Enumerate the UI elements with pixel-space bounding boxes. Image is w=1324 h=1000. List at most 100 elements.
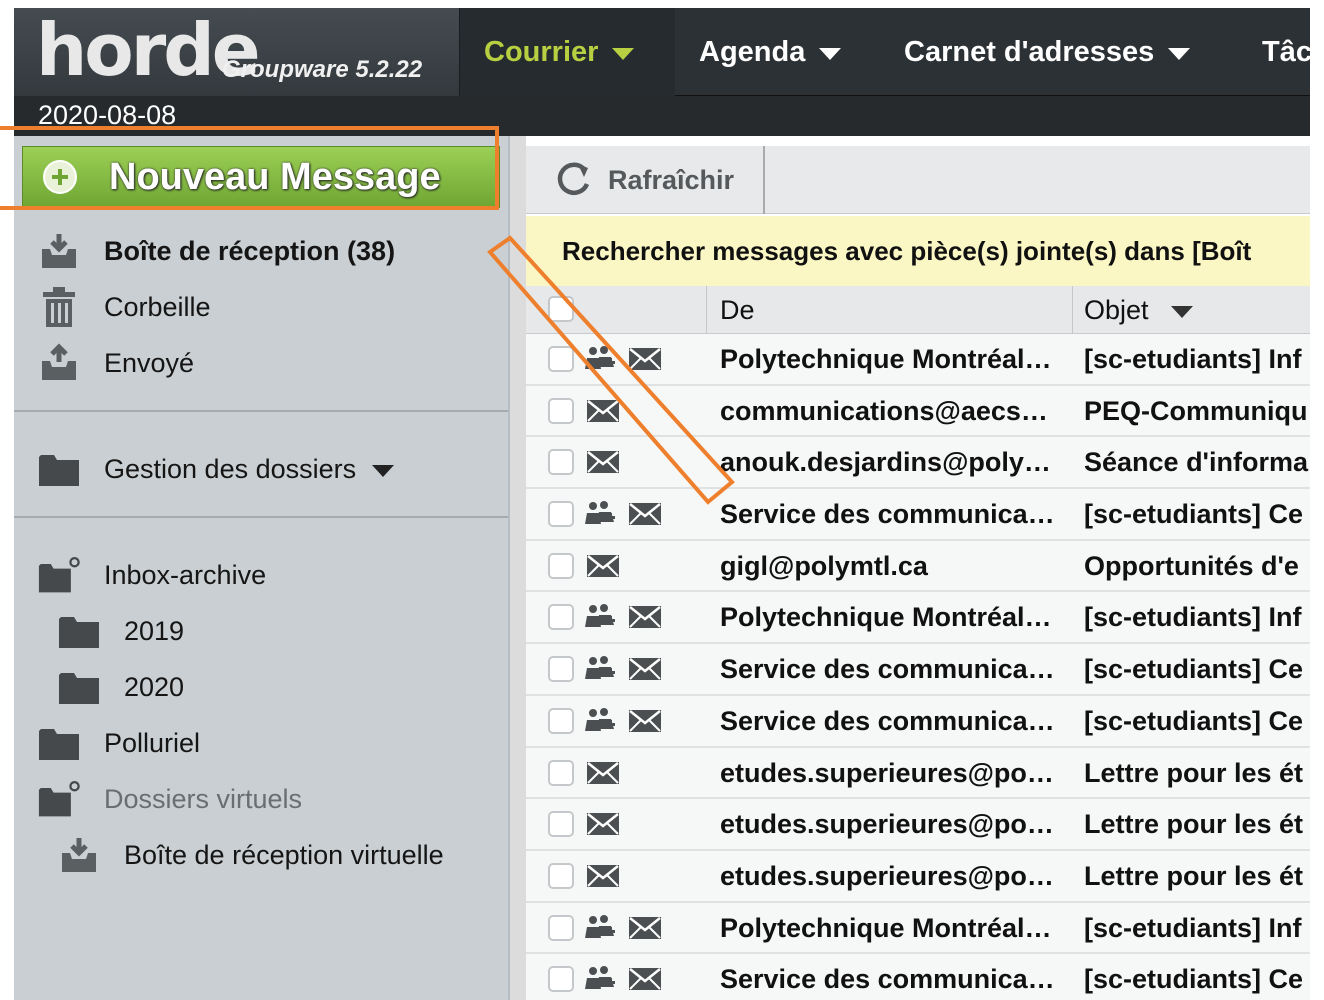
message-from: Service des communica… <box>720 499 1055 530</box>
envelope-icon <box>586 811 620 837</box>
folder-icon <box>38 722 80 764</box>
refresh-label: Rafraîchir <box>608 164 735 195</box>
message-row[interactable]: etudes.superieures@po… Lettre pour les ét <box>526 850 1310 903</box>
message-from: gigl@polymtl.ca <box>720 550 928 581</box>
envelope-icon <box>628 346 662 372</box>
message-checkbox[interactable] <box>548 656 574 683</box>
horde-logo[interactable]: horde Groupware 5.2.22 <box>14 8 460 96</box>
envelope-icon <box>628 708 662 734</box>
message-checkbox[interactable] <box>548 759 574 786</box>
envelope-icon <box>586 760 620 786</box>
folder-sent[interactable]: Envoyé <box>14 336 504 390</box>
message-row[interactable]: gigl@polymtl.ca Opportunités d'e <box>526 540 1310 593</box>
message-row[interactable]: Polytechnique Montréal… [sc-etudiants] In… <box>526 592 1310 645</box>
message-row[interactable]: Service des communica… [sc-etudiants] Ce <box>526 644 1310 696</box>
message-from: Service des communica… <box>720 964 1055 995</box>
nav-courrier-label: Courrier <box>484 35 599 68</box>
folder-virtual[interactable]: Dossiers virtuels <box>14 772 504 826</box>
folder-inbox[interactable]: Boîte de réception (38) <box>14 224 504 278</box>
chevron-down-icon <box>612 48 635 60</box>
message-row[interactable]: anouk.desjardins@poly… Séance d'informa <box>526 437 1310 490</box>
envelope-icon <box>586 553 620 579</box>
folder-virtual-inbox[interactable]: Boîte de réception virtuelle <box>14 828 504 882</box>
folder-2020[interactable]: 2020 <box>14 660 504 714</box>
envelope-icon <box>628 915 662 941</box>
message-from: Service des communica… <box>720 654 1055 685</box>
folder-inbox-archive[interactable]: Inbox-archive <box>14 548 504 602</box>
message-checkbox[interactable] <box>548 707 574 734</box>
message-subject: [sc-etudiants] Ce <box>1084 705 1304 736</box>
nav-courrier[interactable]: Courrier <box>460 8 675 96</box>
inbox-icon <box>58 834 100 876</box>
folder-open-icon <box>38 778 80 820</box>
mailing-list-icon <box>584 345 616 371</box>
message-subject: [sc-etudiants] Inf <box>1084 912 1302 943</box>
cropped-top-text <box>0 0 1324 8</box>
nav-taches[interactable]: Tâc <box>1238 8 1310 96</box>
folder-icon <box>38 448 80 490</box>
mailing-list-icon <box>584 500 616 526</box>
nav-agenda-label: Agenda <box>699 35 806 68</box>
product-version: Groupware 5.2.22 <box>222 56 423 83</box>
refresh-button[interactable]: Rafraîchir <box>526 146 765 214</box>
message-checkbox[interactable] <box>548 552 574 579</box>
nav-agenda[interactable]: Agenda <box>675 8 842 96</box>
message-checkbox[interactable] <box>548 966 574 993</box>
envelope-icon <box>628 604 662 630</box>
message-row[interactable]: etudes.superieures@po… Lettre pour les ét <box>526 799 1310 851</box>
message-checkbox[interactable] <box>548 811 574 838</box>
message-from: Polytechnique Montréal… <box>720 344 1052 374</box>
column-from[interactable]: De <box>720 286 755 334</box>
message-checkbox[interactable] <box>548 862 574 889</box>
message-checkbox[interactable] <box>548 449 574 476</box>
trash-icon <box>38 286 80 328</box>
message-subject: [sc-etudiants] Ce <box>1084 964 1304 995</box>
message-row[interactable]: communications@aecs… PEQ-Communiqu <box>526 385 1310 438</box>
message-checkbox[interactable] <box>548 604 574 631</box>
message-subject: Opportunités d'e <box>1084 550 1299 581</box>
mailing-list-icon <box>584 914 616 940</box>
folder-label: Corbeille <box>104 291 211 322</box>
column-divider <box>1072 286 1073 334</box>
manage-folders[interactable]: Gestion des dossiers <box>14 442 504 496</box>
message-subject: [sc-etudiants] Ce <box>1084 654 1304 685</box>
message-row[interactable]: Service des communica… [sc-etudiants] Ce <box>526 695 1310 748</box>
inbox-icon <box>38 230 80 272</box>
folder-open-icon <box>38 554 80 596</box>
folder-icon <box>58 666 100 708</box>
folder-2019[interactable]: 2019 <box>14 604 504 658</box>
message-checkbox[interactable] <box>548 501 574 528</box>
search-notice-text: Rechercher messages avec pièce(s) jointe… <box>562 235 1252 266</box>
message-from: Polytechnique Montréal… <box>720 602 1052 633</box>
search-notice: Rechercher messages avec pièce(s) jointe… <box>526 216 1310 286</box>
nav-taches-label: Tâc <box>1262 35 1310 68</box>
nav-carnet-adresses[interactable]: Carnet d'adresses <box>880 8 1191 96</box>
envelope-icon <box>586 398 620 424</box>
manage-folders-label: Gestion des dossiers <box>104 453 357 484</box>
message-row[interactable]: Polytechnique Montréal… [sc-etudiants] In… <box>526 334 1310 386</box>
message-from: etudes.superieures@po… <box>720 757 1054 788</box>
message-checkbox[interactable] <box>548 397 574 424</box>
folder-label: Dossiers virtuels <box>104 783 303 814</box>
new-message-button[interactable]: Nouveau Message <box>22 146 500 208</box>
envelope-icon <box>586 863 620 889</box>
message-subject: Lettre pour les ét <box>1084 860 1304 891</box>
message-row[interactable]: Service des communica… [sc-etudiants] Ce <box>526 954 1310 1000</box>
folder-trash[interactable]: Corbeille <box>14 280 504 334</box>
mailing-list-icon <box>584 655 616 681</box>
date-bar: 2020-08-08 <box>14 96 1310 136</box>
column-subject[interactable]: Objet <box>1084 286 1193 334</box>
divider <box>14 410 508 412</box>
message-list-pane: Rafraîchir Rechercher messages avec pièc… <box>526 136 1310 1000</box>
message-checkbox[interactable] <box>548 346 574 372</box>
nav-carnet-label: Carnet d'adresses <box>904 35 1155 68</box>
message-row[interactable]: Polytechnique Montréal… [sc-etudiants] In… <box>526 902 1310 955</box>
message-row[interactable]: Service des communica… [sc-etudiants] Ce <box>526 489 1310 541</box>
message-from: Service des communica… <box>720 705 1055 736</box>
folder-spam[interactable]: Polluriel <box>14 716 504 770</box>
select-all-checkbox[interactable] <box>548 296 574 322</box>
column-from-label: De <box>720 294 755 325</box>
message-row[interactable]: etudes.superieures@po… Lettre pour les ét <box>526 747 1310 800</box>
message-checkbox[interactable] <box>548 914 574 941</box>
refresh-icon <box>557 162 590 195</box>
